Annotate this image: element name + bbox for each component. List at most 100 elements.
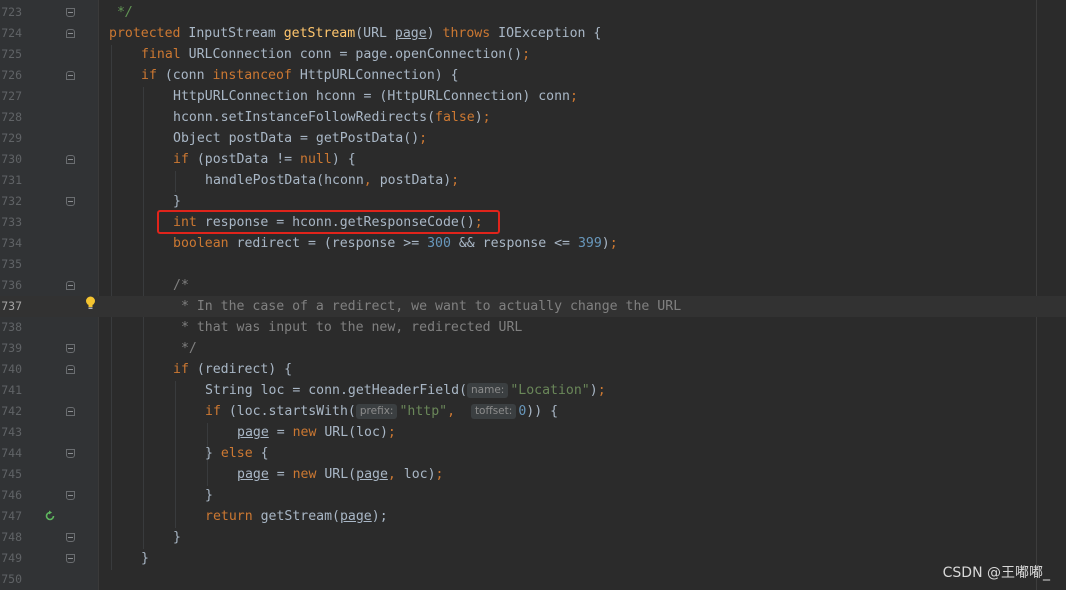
line-number: 737 — [1, 299, 22, 313]
code-line[interactable]: 724 protected InputStream getStream(URL … — [0, 23, 1066, 44]
line-number: 746 — [1, 488, 22, 502]
line-number: 740 — [1, 362, 22, 376]
code-line[interactable]: 741 String loc = conn.getHeaderField(nam… — [0, 380, 1066, 401]
line-number: 727 — [1, 89, 22, 103]
code-text: } else { — [205, 446, 269, 461]
code-line[interactable]: 739 */ — [0, 338, 1066, 359]
code-line[interactable]: 750 — [0, 569, 1066, 590]
code-line[interactable]: 738 * that was input to the new, redirec… — [0, 317, 1066, 338]
code-text: final URLConnection conn = page.openConn… — [141, 47, 531, 62]
code-line-current[interactable]: 737 * In the case of a redirect, we want… — [0, 296, 1066, 317]
code-text: String loc = conn.getHeaderField(name: "L… — [205, 383, 606, 398]
code-text: if (postData != null) { — [173, 152, 356, 167]
line-number: 729 — [1, 131, 22, 145]
code-line[interactable]: 726 if (conn instanceof HttpURLConnectio… — [0, 65, 1066, 86]
code-line[interactable]: 729 Object postData = getPostData(); — [0, 128, 1066, 149]
code-line[interactable]: 743 page = new URL(loc); — [0, 422, 1066, 443]
line-number: 730 — [1, 152, 22, 166]
line-number: 725 — [1, 47, 22, 61]
line-number: 747 — [1, 509, 22, 523]
line-number: 733 — [1, 215, 22, 229]
code-text: if (conn instanceof HttpURLConnection) { — [141, 68, 459, 83]
code-line[interactable]: 740 if (redirect) { — [0, 359, 1066, 380]
line-number: 748 — [1, 530, 22, 544]
code-text: Object postData = getPostData(); — [173, 131, 428, 146]
code-line[interactable]: 744 } else { — [0, 443, 1066, 464]
code-line[interactable]: 731 handlePostData(hconn, postData); — [0, 170, 1066, 191]
fold-marker-icon[interactable] — [66, 29, 75, 38]
line-number: 735 — [1, 257, 22, 271]
fold-marker-icon[interactable] — [66, 197, 75, 206]
code-text: handlePostData(hconn, postData); — [205, 173, 460, 188]
fold-marker-icon[interactable] — [66, 155, 75, 164]
line-number: 749 — [1, 551, 22, 565]
code-text: boolean redirect = (response >= 300 && r… — [173, 236, 618, 251]
code-line[interactable]: 727 HttpURLConnection hconn = (HttpURLCo… — [0, 86, 1066, 107]
fold-marker-icon[interactable] — [66, 554, 75, 563]
line-number: 724 — [1, 26, 22, 40]
fold-marker-icon[interactable] — [66, 71, 75, 80]
code-text: /* — [173, 278, 189, 293]
code-text: if (loc.startsWith(prefix: "http", toffse… — [205, 404, 559, 419]
line-number: 741 — [1, 383, 22, 397]
code-text: * In the case of a redirect, we want to … — [173, 299, 682, 314]
fold-marker-icon[interactable] — [66, 407, 75, 416]
line-number: 738 — [1, 320, 22, 334]
param-hint: prefix: — [355, 404, 398, 419]
lightbulb-icon[interactable] — [85, 296, 96, 310]
line-number: 726 — [1, 68, 22, 82]
code-text: page = new URL(page, loc); — [237, 467, 444, 482]
line-number: 739 — [1, 341, 22, 355]
code-line[interactable]: 728 hconn.setInstanceFollowRedirects(fal… — [0, 107, 1066, 128]
fold-marker-icon[interactable] — [66, 533, 75, 542]
code-text: page = new URL(loc); — [237, 425, 396, 440]
code-line[interactable]: 749 } — [0, 548, 1066, 569]
param-hint: toffset: — [470, 404, 517, 419]
line-number: 736 — [1, 278, 22, 292]
param-hint: name: — [467, 383, 509, 398]
line-number: 744 — [1, 446, 22, 460]
fold-marker-icon[interactable] — [66, 491, 75, 500]
fold-marker-icon[interactable] — [66, 8, 75, 17]
line-number: 731 — [1, 173, 22, 187]
line-number: 743 — [1, 425, 22, 439]
code-line[interactable]: 735 — [0, 254, 1066, 275]
code-line[interactable]: 732 } — [0, 191, 1066, 212]
line-number: 742 — [1, 404, 22, 418]
highlight-box — [157, 210, 500, 234]
code-line[interactable]: 747 return getStream(page); — [0, 506, 1066, 527]
code-line[interactable]: 745 page = new URL(page, loc); — [0, 464, 1066, 485]
code-text: */ — [117, 5, 133, 20]
line-number: 745 — [1, 467, 22, 481]
fold-marker-icon[interactable] — [66, 449, 75, 458]
code-line[interactable]: 748 } — [0, 527, 1066, 548]
fold-marker-icon[interactable] — [66, 344, 75, 353]
code-text: return getStream(page); — [205, 509, 388, 524]
line-number: 734 — [1, 236, 22, 250]
code-text: } — [141, 551, 149, 566]
code-line[interactable]: 725 final URLConnection conn = page.open… — [0, 44, 1066, 65]
watermark: CSDN @王嘟嘟_ — [942, 565, 1050, 581]
code-text: } — [173, 194, 181, 209]
code-text: if (redirect) { — [173, 362, 293, 377]
fold-marker-icon[interactable] — [66, 281, 75, 290]
code-text: protected InputStream getStream(URL page… — [109, 26, 602, 41]
code-text: */ — [173, 341, 197, 356]
code-line[interactable]: 730 if (postData != null) { — [0, 149, 1066, 170]
code-text: hconn.setInstanceFollowRedirects(false); — [173, 110, 491, 125]
code-text: } — [173, 530, 181, 545]
line-number: 750 — [1, 572, 22, 586]
code-line[interactable]: 746 } — [0, 485, 1066, 506]
code-text: * that was input to the new, redirected … — [173, 320, 523, 335]
code-text: } — [205, 488, 213, 503]
recursive-call-icon[interactable] — [44, 510, 56, 522]
line-number: 732 — [1, 194, 22, 208]
code-line[interactable]: 734 boolean redirect = (response >= 300 … — [0, 233, 1066, 254]
code-text: HttpURLConnection hconn = (HttpURLConnec… — [173, 89, 578, 104]
line-number: 723 — [1, 5, 22, 19]
fold-marker-icon[interactable] — [66, 365, 75, 374]
code-line[interactable]: 742 if (loc.startsWith(prefix: "http", to… — [0, 401, 1066, 422]
line-number: 728 — [1, 110, 22, 124]
code-line[interactable]: 723 */ — [0, 2, 1066, 23]
code-line[interactable]: 736 /* — [0, 275, 1066, 296]
